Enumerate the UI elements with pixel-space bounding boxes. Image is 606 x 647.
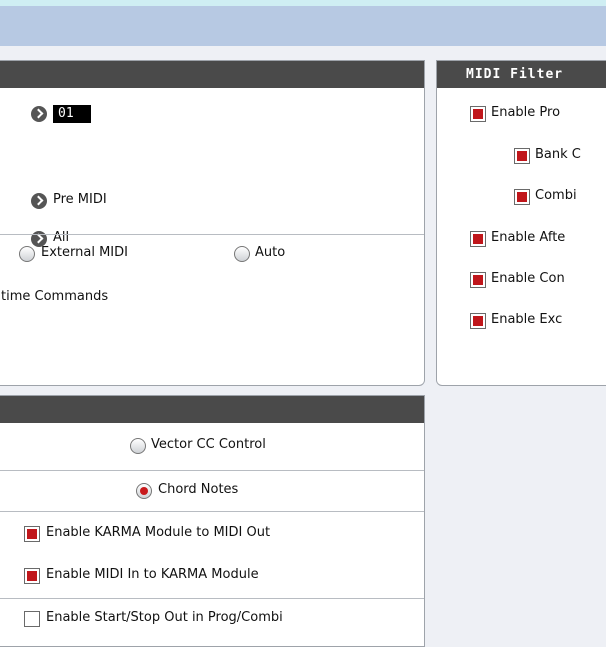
karma-to-midi-out-label: Enable KARMA Module to MIDI Out bbox=[46, 525, 271, 540]
karma-to-midi-out-checkbox[interactable] bbox=[24, 526, 40, 542]
midi-settings-panel: 01 Pre MIDI All External MIDI Auto time … bbox=[0, 60, 425, 386]
enable-aftertouch-checkbox[interactable] bbox=[470, 231, 486, 247]
enable-program-label: Enable Pro bbox=[491, 105, 561, 120]
vector-cc-label: Vector CC Control bbox=[151, 437, 266, 452]
karma-panel-header bbox=[0, 396, 424, 423]
midi-in-to-karma-checkbox[interactable] bbox=[24, 568, 40, 584]
pre-midi-popup-arrow[interactable] bbox=[31, 193, 47, 209]
enable-control-change-label: Enable Con bbox=[491, 271, 565, 286]
enable-control-change-checkbox[interactable] bbox=[470, 272, 486, 288]
enable-exclusive-checkbox[interactable] bbox=[470, 313, 486, 329]
external-midi-radio[interactable] bbox=[19, 246, 35, 262]
separator bbox=[0, 470, 424, 471]
realtime-commands-label: time Commands bbox=[1, 289, 109, 304]
midi-in-to-karma-label: Enable MIDI In to KARMA Module bbox=[46, 567, 259, 582]
all-label: All bbox=[53, 230, 70, 245]
channel-popup-arrow[interactable] bbox=[31, 106, 47, 122]
auto-label: Auto bbox=[255, 245, 286, 260]
channel-value[interactable]: 01 bbox=[53, 105, 91, 123]
midi-filter-header: MIDI Filter bbox=[437, 61, 606, 88]
separator bbox=[0, 598, 424, 599]
karma-panel: Vector CC Control Chord Notes Enable KAR… bbox=[0, 395, 425, 647]
bank-change-label: Bank C bbox=[535, 147, 581, 162]
separator bbox=[0, 234, 424, 235]
enable-program-checkbox[interactable] bbox=[470, 106, 486, 122]
title-bar bbox=[0, 6, 606, 46]
enable-aftertouch-label: Enable Afte bbox=[491, 230, 566, 245]
enable-exclusive-label: Enable Exc bbox=[491, 312, 563, 327]
combi-checkbox[interactable] bbox=[514, 189, 530, 205]
chord-notes-radio[interactable] bbox=[136, 483, 152, 499]
vector-cc-radio[interactable] bbox=[130, 438, 146, 454]
midi-settings-header bbox=[0, 61, 424, 88]
midi-filter-panel: MIDI Filter Enable Pro Bank C Combi Enab… bbox=[436, 60, 606, 386]
start-stop-out-label: Enable Start/Stop Out in Prog/Combi bbox=[46, 610, 283, 625]
auto-radio[interactable] bbox=[234, 246, 250, 262]
external-midi-label: External MIDI bbox=[41, 245, 128, 260]
content-divider bbox=[0, 46, 606, 60]
chord-notes-label: Chord Notes bbox=[158, 482, 239, 497]
pre-midi-label: Pre MIDI bbox=[53, 192, 107, 207]
separator bbox=[0, 511, 424, 512]
combi-label: Combi bbox=[535, 188, 577, 203]
bank-change-checkbox[interactable] bbox=[514, 148, 530, 164]
